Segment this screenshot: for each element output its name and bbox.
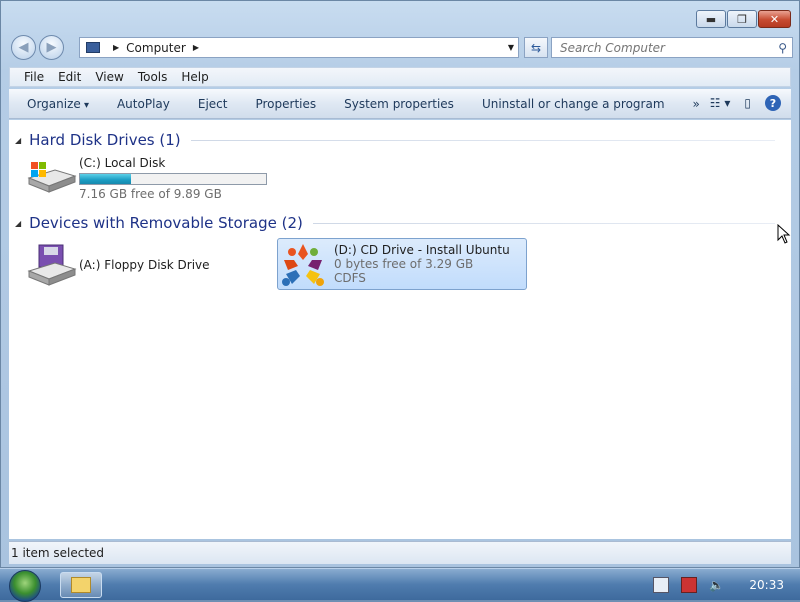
autoplay-button[interactable]: AutoPlay [117, 97, 170, 111]
taskbar-explorer-button[interactable] [60, 572, 102, 598]
drive-d-item[interactable]: (D:) CD Drive - Install Ubuntu 0 bytes f… [277, 238, 527, 290]
breadcrumb-arrow-icon[interactable]: ▶ [113, 43, 119, 52]
clock[interactable]: 20:33 [749, 578, 784, 592]
back-arrow-icon: ◀ [18, 40, 29, 55]
group-header-removable[interactable]: ◢ Devices with Removable Storage (2) [15, 213, 775, 233]
forward-button[interactable]: ▶ [39, 35, 64, 60]
maximize-button[interactable]: ❐ [727, 10, 757, 28]
action-center-icon[interactable] [653, 577, 670, 593]
back-button[interactable]: ◀ [11, 35, 36, 60]
taskbar: 🔈 20:33 [0, 568, 800, 602]
floppy-drive-icon [27, 244, 77, 286]
search-box[interactable]: ⚲ [551, 37, 793, 58]
drive-c-item[interactable]: (C:) Local Disk 7.16 GB free of 9.89 GB [25, 156, 285, 204]
command-bar: Organize AutoPlay Eject Properties Syste… [9, 89, 791, 119]
drive-label: (D:) CD Drive - Install Ubuntu [334, 243, 510, 257]
disk-usage-bar [79, 173, 267, 185]
collapse-triangle-icon[interactable]: ◢ [15, 219, 21, 228]
properties-button[interactable]: Properties [255, 97, 316, 111]
group-header-hard-disks[interactable]: ◢ Hard Disk Drives (1) [15, 130, 775, 150]
more-commands-button[interactable]: » [693, 97, 700, 111]
breadcrumb-arrow-icon[interactable]: ▶ [193, 43, 199, 52]
hard-drive-icon [27, 162, 77, 193]
menu-bar: File Edit View Tools Help [9, 67, 791, 87]
disk-usage-fill [80, 174, 132, 184]
group-title: Devices with Removable Storage (2) [29, 214, 303, 232]
caption-buttons: ▬ ❐ ✕ [696, 10, 791, 28]
start-button[interactable] [9, 570, 41, 602]
group-title: Hard Disk Drives (1) [29, 131, 181, 149]
minimize-button[interactable]: ▬ [696, 10, 726, 28]
preview-pane-icon[interactable]: ▯ [744, 96, 751, 110]
file-list: ◢ Hard Disk Drives (1) (C:) Local Disk 7… [9, 120, 791, 539]
menu-file[interactable]: File [24, 70, 44, 84]
status-bar: 1 item selected [9, 541, 791, 564]
address-bar[interactable]: ▶ Computer ▶ ▼ [79, 37, 519, 58]
refresh-button[interactable]: ⇆ [524, 37, 548, 58]
close-button[interactable]: ✕ [758, 10, 791, 28]
menu-edit[interactable]: Edit [58, 70, 81, 84]
divider [312, 222, 775, 224]
drive-label: (C:) Local Disk [79, 156, 166, 170]
drive-label: (A:) Floppy Disk Drive [79, 258, 210, 272]
breadcrumb-computer[interactable]: Computer [126, 41, 186, 55]
organize-button[interactable]: Organize [27, 97, 89, 111]
toolbar-right: ☷ ▾ ▯ ? [710, 95, 781, 111]
navigation-bar: ◀ ▶ ▶ Computer ▶ ▼ ⇆ ⚲ [9, 35, 793, 61]
menu-view[interactable]: View [95, 70, 123, 84]
menu-help[interactable]: Help [181, 70, 208, 84]
computer-icon [86, 42, 100, 53]
collapse-triangle-icon[interactable]: ◢ [15, 136, 21, 145]
drive-filesystem: CDFS [334, 271, 366, 285]
drive-free-space: 7.16 GB free of 9.89 GB [79, 187, 222, 201]
chevron-down-icon[interactable]: ▼ [508, 43, 514, 52]
menu-tools[interactable]: Tools [138, 70, 168, 84]
divider [190, 139, 775, 141]
drive-free-space: 0 bytes free of 3.29 GB [334, 257, 474, 271]
search-input[interactable] [558, 39, 762, 56]
help-icon[interactable]: ? [765, 95, 781, 111]
forward-arrow-icon: ▶ [46, 40, 57, 55]
change-view-icon[interactable]: ☷ ▾ [710, 96, 731, 110]
search-icon[interactable]: ⚲ [778, 41, 787, 55]
ubuntu-installer-icon [282, 244, 324, 286]
network-disconnected-icon[interactable] [681, 577, 698, 593]
volume-muted-icon[interactable]: 🔈 [709, 578, 724, 592]
explorer-window: ▬ ❐ ✕ ◀ ▶ ▶ Computer ▶ ▼ ⇆ ⚲ File Edit V… [0, 0, 800, 568]
mouse-cursor-icon [777, 224, 791, 244]
folder-icon [71, 577, 91, 593]
status-text: 1 item selected [11, 546, 105, 560]
system-tray: 🔈 20:33 [647, 569, 800, 601]
eject-button[interactable]: Eject [198, 97, 228, 111]
uninstall-program-button[interactable]: Uninstall or change a program [482, 97, 665, 111]
system-properties-button[interactable]: System properties [344, 97, 454, 111]
refresh-icon: ⇆ [530, 40, 542, 55]
drive-a-item[interactable]: (A:) Floppy Disk Drive [25, 240, 275, 290]
